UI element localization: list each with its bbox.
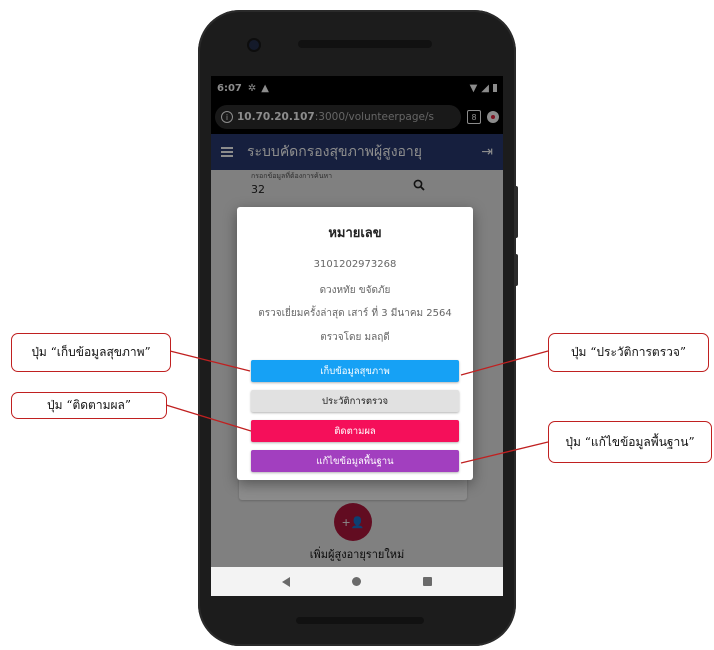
home-icon[interactable]: [352, 577, 361, 586]
bottom-speaker: [296, 617, 424, 624]
volume-button: [514, 254, 518, 286]
elder-name: ดวงหทัย ขจัดภัย: [319, 285, 391, 296]
collect-health-button[interactable]: เก็บข้อมูลสุขภาพ: [251, 360, 459, 382]
callout-edit-base: ปุ่ม “แก้ไขข้อมูลพื้นฐาน”: [548, 421, 712, 463]
front-camera: [249, 40, 259, 50]
callout-history: ปุ่ม “ประวัติการตรวจ”: [548, 333, 709, 372]
checked-by: ตรวจโดย มลฤดี: [320, 332, 390, 343]
follow-up-button[interactable]: ติดตามผล: [251, 420, 459, 442]
callout-follow-up: ปุ่ม “ติดตามผล”: [11, 392, 167, 419]
earpiece-speaker: [298, 40, 432, 48]
callout-collect-health: ปุ่ม “เก็บข้อมูลสุขภาพ”: [11, 333, 171, 372]
dialog-title: หมายเลข: [328, 226, 382, 241]
last-visit: ตรวจเยี่ยมครั้งล่าสุด เสาร์ ที่ 3 มีนาคม…: [258, 308, 452, 319]
android-nav-bar: [211, 567, 503, 596]
power-button: [514, 186, 518, 238]
history-button[interactable]: ประวัติการตรวจ: [251, 390, 459, 412]
id-number: 3101202973268: [313, 259, 397, 270]
edit-base-info-button[interactable]: แก้ไขข้อมูลพื้นฐาน: [251, 450, 459, 472]
recent-apps-icon[interactable]: [423, 577, 432, 586]
back-icon[interactable]: [282, 576, 290, 587]
elder-detail-dialog: หมายเลข 3101202973268 ดวงหทัย ขจัดภัย ตร…: [237, 207, 473, 480]
